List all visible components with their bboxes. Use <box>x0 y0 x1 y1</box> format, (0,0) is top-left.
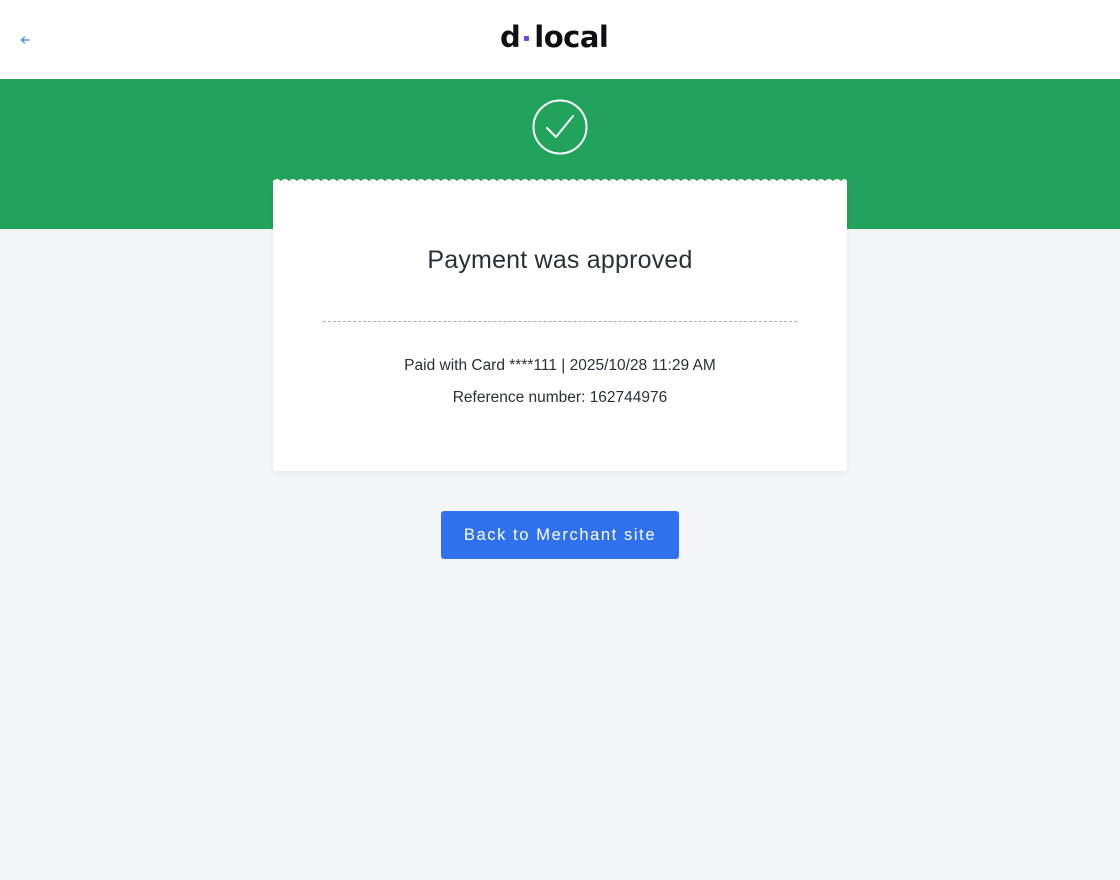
reference-number: Reference number: 162744976 <box>452 389 668 406</box>
receipt-card: Payment was approved Paid with Card ****… <box>273 184 847 471</box>
payment-method-detail: Paid with Card ****111 | 2025/10/28 11:2… <box>404 357 716 374</box>
arrow-left-icon[interactable] <box>15 30 35 50</box>
dashed-divider <box>323 321 797 322</box>
logo-text-left: d <box>500 20 521 54</box>
logo-dot <box>520 20 534 54</box>
checkmark-circle-icon <box>532 99 588 155</box>
back-to-merchant-button[interactable]: Back to Merchant site <box>441 511 679 559</box>
payment-status-title: Payment was approved <box>427 246 693 274</box>
top-bar: d local <box>0 0 1120 79</box>
dlocal-logo: d local <box>500 20 609 54</box>
logo-text-right: local <box>534 20 609 54</box>
